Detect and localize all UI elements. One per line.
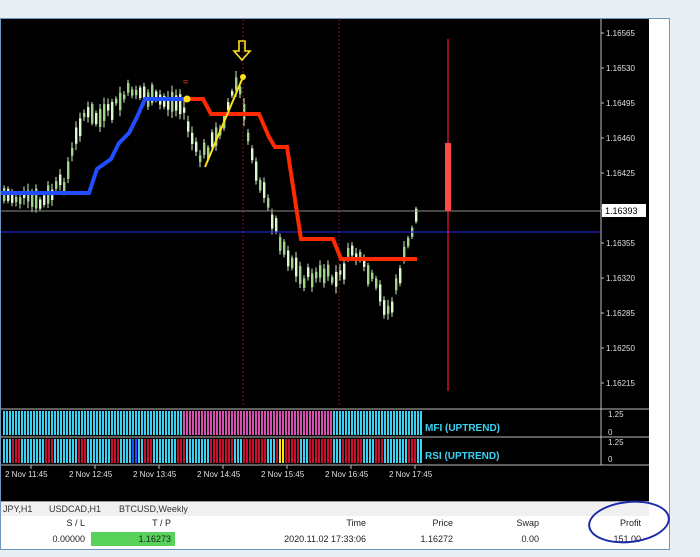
trading-terminal: ≈ 1.16565 1.16530 1.16495 1.16460 1.16425 1.1… xyxy=(0,18,670,550)
mfi-indicator xyxy=(3,411,422,435)
sl-value: 0.00000 xyxy=(52,534,85,544)
swap-value: 0.00 xyxy=(521,534,539,544)
time-tick: 2 Nov 12:45 xyxy=(69,470,113,479)
current-price-label: 1.16393 xyxy=(605,206,638,216)
price-tick: 1.16425 xyxy=(606,169,635,178)
red-trend-line xyxy=(187,97,417,261)
svg-text:1.25: 1.25 xyxy=(608,410,624,419)
price-value: 1.16272 xyxy=(420,534,453,544)
header-price[interactable]: Price xyxy=(401,518,453,528)
header-sl[interactable]: S / L xyxy=(41,518,85,528)
yellow-trendline xyxy=(204,76,244,168)
tp-value: 1.16273 xyxy=(138,534,171,544)
svg-text:≈: ≈ xyxy=(183,77,189,88)
price-tick: 1.16565 xyxy=(606,29,635,38)
tab-usdcad-h1[interactable]: USDCAD,H1 xyxy=(49,504,101,514)
header-tp[interactable]: T / P xyxy=(91,518,171,528)
time-tick: 2 Nov 16:45 xyxy=(325,470,369,479)
time-axis: 2 Nov 11:45 2 Nov 12:45 2 Nov 13:45 2 Nov 1… xyxy=(5,465,433,479)
tab-btcusd-weekly[interactable]: BTCUSD,Weekly xyxy=(119,504,188,514)
time-tick: 2 Nov 15:45 xyxy=(261,470,305,479)
mfi-label: MFI (UPTREND) xyxy=(425,423,500,434)
price-tick: 1.16460 xyxy=(606,134,635,143)
time-tick: 2 Nov 13:45 xyxy=(133,470,177,479)
rsi-label: RSI (UPTREND) xyxy=(425,451,499,462)
rsi-indicator xyxy=(3,439,422,463)
time-tick: 2 Nov 11:45 xyxy=(5,470,48,479)
trade-terminal: S / L T / P Time Price Swap Profit 0.000… xyxy=(1,516,669,549)
time-tick: 2 Nov 14:45 xyxy=(197,470,241,479)
price-tick: 1.16215 xyxy=(606,379,635,388)
price-tick: 1.16320 xyxy=(606,274,635,283)
header-swap[interactable]: Swap xyxy=(491,518,539,528)
tab-jpy-h1[interactable]: JPY,H1 xyxy=(3,504,32,514)
price-chart[interactable]: ≈ 1.16565 1.16530 1.16495 1.16460 1.16425 1.1… xyxy=(1,19,649,501)
svg-text:0: 0 xyxy=(608,455,613,464)
price-tick: 1.16250 xyxy=(606,344,635,353)
price-tick: 1.16285 xyxy=(606,309,635,318)
svg-text:1.25: 1.25 xyxy=(608,438,624,447)
price-tick: 1.16530 xyxy=(606,64,635,73)
time-value: 2020.11.02 17:33:06 xyxy=(284,534,366,544)
chart-tabs: JPY,H1 USDCAD,H1 BTCUSD,Weekly xyxy=(1,501,649,517)
price-tick: 1.16355 xyxy=(606,239,635,248)
header-time[interactable]: Time xyxy=(281,518,366,528)
svg-text:0: 0 xyxy=(608,428,613,437)
down-arrow-icon xyxy=(232,40,252,62)
blue-trend-line xyxy=(1,97,187,195)
time-tick: 2 Nov 17:45 xyxy=(389,470,433,479)
price-tick: 1.16495 xyxy=(606,99,635,108)
